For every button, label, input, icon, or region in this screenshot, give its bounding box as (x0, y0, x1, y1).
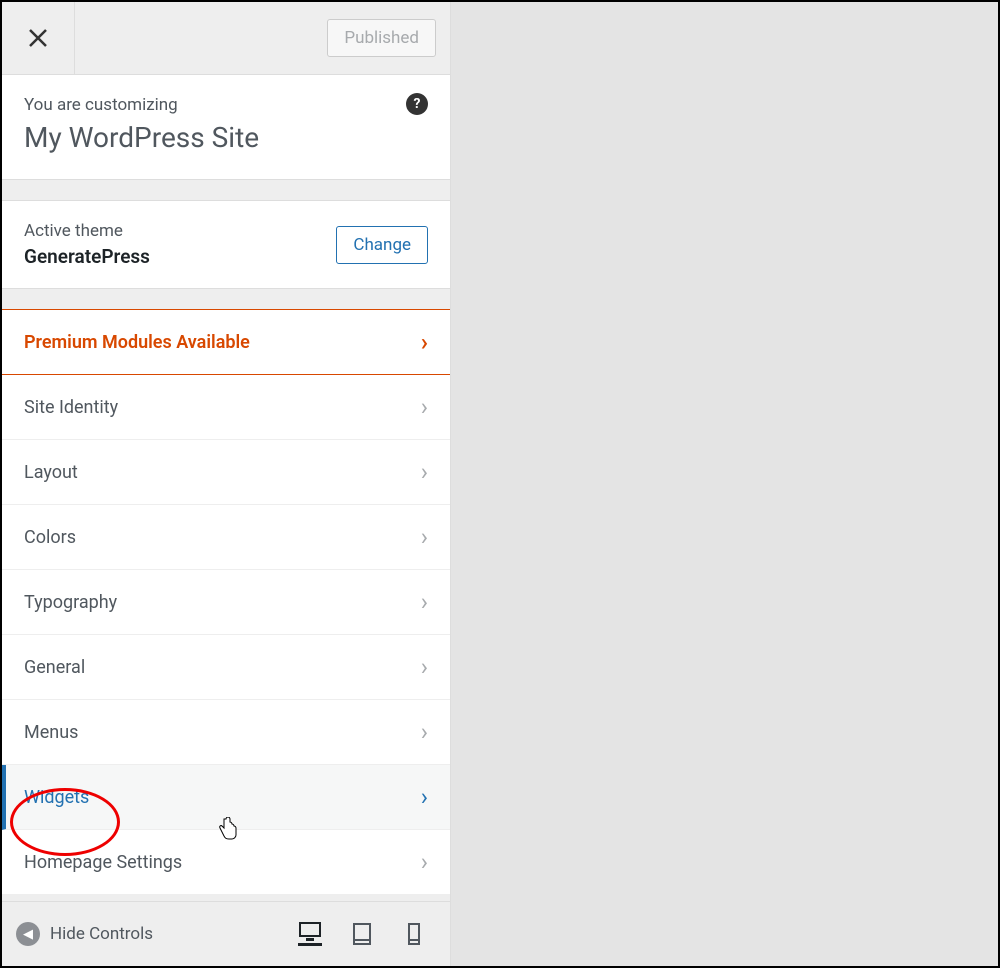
desktop-icon (299, 922, 321, 942)
hide-controls-label: Hide Controls (50, 924, 153, 944)
chevron-right-icon: › (421, 458, 428, 486)
section-label: General (24, 657, 85, 678)
section-label: Widgets (24, 787, 89, 808)
section-site-identity[interactable]: Site Identity › (2, 375, 450, 440)
chevron-right-icon: › (421, 523, 428, 551)
device-mobile-button[interactable] (402, 922, 426, 946)
publish-button[interactable]: Published (327, 19, 436, 57)
arrow-left-icon: ◀ (16, 922, 40, 946)
section-label: Premium Modules Available (24, 332, 250, 353)
section-typography[interactable]: Typography › (2, 570, 450, 635)
section-layout[interactable]: Layout › (2, 440, 450, 505)
help-button[interactable]: ? (406, 93, 428, 115)
section-label: Menus (24, 722, 78, 743)
customizer-sidebar: Published You are customizing My WordPre… (2, 2, 451, 966)
customizing-header: You are customizing My WordPress Site ? (2, 75, 450, 180)
section-label: Site Identity (24, 397, 118, 418)
mobile-icon (408, 923, 420, 945)
change-theme-button[interactable]: Change (336, 226, 428, 264)
device-tablet-button[interactable] (350, 922, 374, 946)
section-label: Homepage Settings (24, 852, 182, 873)
tablet-icon (353, 923, 371, 945)
chevron-right-icon: › (421, 588, 428, 616)
site-title: My WordPress Site (24, 121, 428, 154)
section-list: Premium Modules Available › Site Identit… (2, 309, 450, 895)
section-label: Layout (24, 462, 78, 483)
section-menus[interactable]: Menus › (2, 700, 450, 765)
chevron-right-icon: › (421, 393, 428, 421)
top-bar: Published (2, 2, 450, 75)
device-switcher (298, 922, 436, 946)
help-icon: ? (414, 96, 421, 112)
hide-controls-button[interactable]: ◀ Hide Controls (16, 922, 298, 946)
section-premium-modules[interactable]: Premium Modules Available › (2, 309, 450, 375)
chevron-right-icon: › (421, 653, 428, 681)
section-homepage-settings[interactable]: Homepage Settings › (2, 830, 450, 895)
preview-pane (451, 2, 998, 966)
section-label: Colors (24, 527, 76, 548)
chevron-right-icon: › (421, 848, 428, 876)
active-theme-label: Active theme (24, 221, 150, 241)
chevron-right-icon: › (421, 328, 428, 356)
close-button[interactable] (2, 2, 75, 75)
section-label: Typography (24, 592, 117, 613)
section-widgets[interactable]: Widgets › (2, 765, 450, 830)
chevron-right-icon: › (421, 783, 428, 811)
active-theme-name: GeneratePress (24, 245, 150, 268)
close-icon (29, 29, 47, 47)
section-general[interactable]: General › (2, 635, 450, 700)
section-colors[interactable]: Colors › (2, 505, 450, 570)
footer-bar: ◀ Hide Controls (2, 901, 450, 966)
customizing-subtitle: You are customizing (24, 95, 428, 115)
sections-scroll[interactable]: You are customizing My WordPress Site ? … (2, 75, 450, 901)
active-theme-box: Active theme GeneratePress Change (2, 200, 450, 289)
chevron-right-icon: › (421, 718, 428, 746)
device-desktop-button[interactable] (298, 922, 322, 946)
